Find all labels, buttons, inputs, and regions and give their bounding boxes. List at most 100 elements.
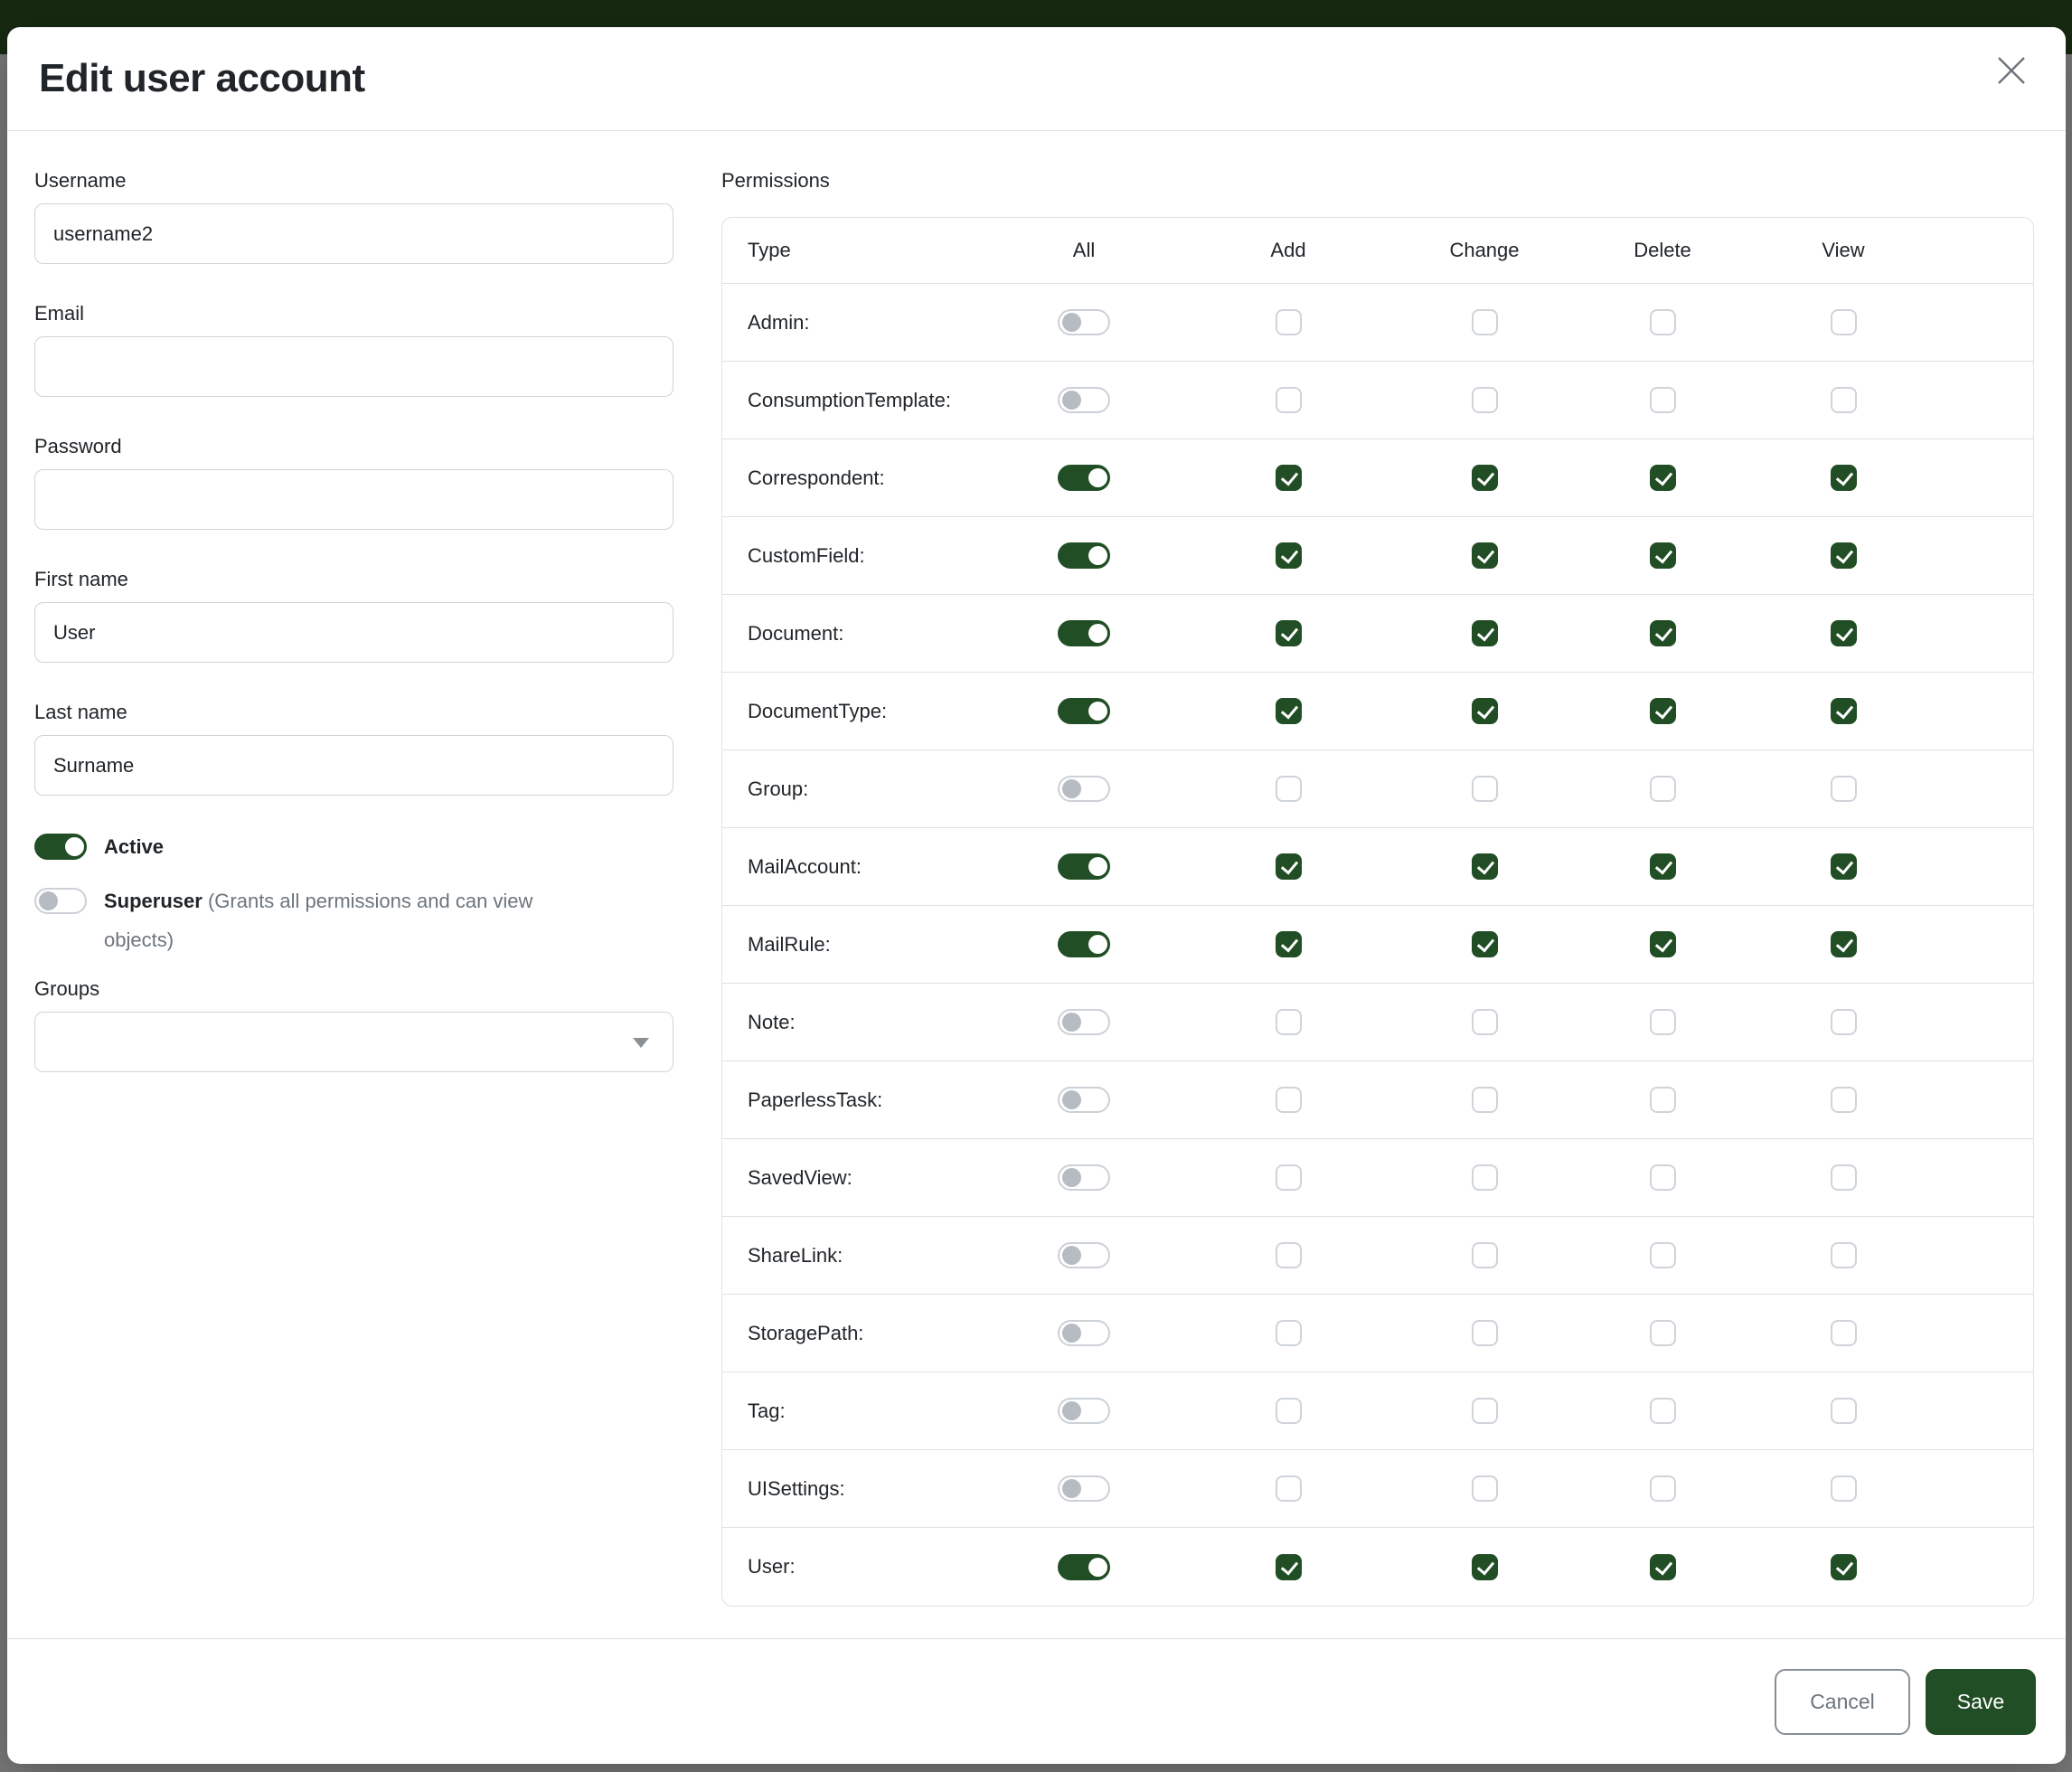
groups-select[interactable] bbox=[34, 1012, 673, 1072]
permission-view-checkbox[interactable] bbox=[1831, 1554, 1857, 1580]
permission-all-toggle[interactable] bbox=[1058, 542, 1110, 569]
password-field-group: Password bbox=[34, 435, 673, 530]
close-button[interactable] bbox=[1988, 47, 2035, 94]
permission-all-toggle[interactable] bbox=[1058, 1554, 1110, 1580]
permission-change-checkbox[interactable] bbox=[1472, 698, 1498, 724]
permission-change-checkbox[interactable] bbox=[1472, 1009, 1498, 1035]
permission-add-checkbox[interactable] bbox=[1276, 698, 1302, 724]
permission-add-checkbox[interactable] bbox=[1276, 853, 1302, 880]
permission-delete-checkbox[interactable] bbox=[1650, 1554, 1676, 1580]
permission-all-toggle[interactable] bbox=[1058, 1242, 1110, 1268]
permission-add-checkbox[interactable] bbox=[1276, 1087, 1302, 1113]
permission-add-checkbox[interactable] bbox=[1276, 465, 1302, 491]
permission-view-checkbox[interactable] bbox=[1831, 931, 1857, 957]
permissions-table: Type All Add Change Delete View Admin: C… bbox=[721, 217, 2034, 1607]
permission-all-toggle[interactable] bbox=[1058, 1320, 1110, 1346]
permission-view-checkbox[interactable] bbox=[1831, 1087, 1857, 1113]
permission-change-checkbox[interactable] bbox=[1472, 1320, 1498, 1346]
permission-change-checkbox[interactable] bbox=[1472, 1242, 1498, 1268]
permission-delete-checkbox[interactable] bbox=[1650, 931, 1676, 957]
permission-delete-checkbox[interactable] bbox=[1650, 1320, 1676, 1346]
active-toggle[interactable] bbox=[34, 834, 87, 860]
permission-all-toggle[interactable] bbox=[1058, 698, 1110, 724]
permission-add-checkbox[interactable] bbox=[1276, 776, 1302, 802]
permission-all-toggle[interactable] bbox=[1058, 620, 1110, 646]
permission-add-checkbox[interactable] bbox=[1276, 309, 1302, 335]
permission-change-checkbox[interactable] bbox=[1472, 465, 1498, 491]
permission-delete-checkbox[interactable] bbox=[1650, 465, 1676, 491]
permission-change-checkbox[interactable] bbox=[1472, 542, 1498, 569]
permission-delete-checkbox[interactable] bbox=[1650, 1475, 1676, 1502]
permission-view-checkbox[interactable] bbox=[1831, 1242, 1857, 1268]
permission-change-checkbox[interactable] bbox=[1472, 931, 1498, 957]
permission-change-checkbox[interactable] bbox=[1472, 1554, 1498, 1580]
permission-type-label: Note: bbox=[722, 1011, 982, 1034]
permission-delete-checkbox[interactable] bbox=[1650, 853, 1676, 880]
permission-delete-checkbox[interactable] bbox=[1650, 776, 1676, 802]
permission-add-checkbox[interactable] bbox=[1276, 1554, 1302, 1580]
permission-all-toggle[interactable] bbox=[1058, 853, 1110, 880]
permission-view-checkbox[interactable] bbox=[1831, 542, 1857, 569]
permission-all-toggle[interactable] bbox=[1058, 931, 1110, 957]
permission-delete-checkbox[interactable] bbox=[1650, 542, 1676, 569]
permission-view-checkbox[interactable] bbox=[1831, 698, 1857, 724]
permission-view-checkbox[interactable] bbox=[1831, 853, 1857, 880]
permission-change-checkbox[interactable] bbox=[1472, 776, 1498, 802]
permission-delete-checkbox[interactable] bbox=[1650, 309, 1676, 335]
permission-delete-checkbox[interactable] bbox=[1650, 1242, 1676, 1268]
permission-delete-checkbox[interactable] bbox=[1650, 1398, 1676, 1424]
permission-view-checkbox[interactable] bbox=[1831, 1475, 1857, 1502]
permission-delete-checkbox[interactable] bbox=[1650, 1009, 1676, 1035]
permission-view-checkbox[interactable] bbox=[1831, 620, 1857, 646]
permission-all-toggle[interactable] bbox=[1058, 309, 1110, 335]
permission-delete-checkbox[interactable] bbox=[1650, 1164, 1676, 1191]
permission-view-checkbox[interactable] bbox=[1831, 1009, 1857, 1035]
permission-view-checkbox[interactable] bbox=[1831, 387, 1857, 413]
permission-view-checkbox[interactable] bbox=[1831, 309, 1857, 335]
save-button[interactable]: Save bbox=[1926, 1669, 2036, 1735]
permission-view-checkbox[interactable] bbox=[1831, 1398, 1857, 1424]
permission-add-checkbox[interactable] bbox=[1276, 1242, 1302, 1268]
permission-change-checkbox[interactable] bbox=[1472, 1398, 1498, 1424]
permission-change-checkbox[interactable] bbox=[1472, 1164, 1498, 1191]
permission-view-checkbox[interactable] bbox=[1831, 1164, 1857, 1191]
permission-add-checkbox[interactable] bbox=[1276, 1398, 1302, 1424]
permission-add-checkbox[interactable] bbox=[1276, 1009, 1302, 1035]
permission-add-checkbox[interactable] bbox=[1276, 542, 1302, 569]
permission-change-checkbox[interactable] bbox=[1472, 620, 1498, 646]
permission-change-checkbox[interactable] bbox=[1472, 309, 1498, 335]
permission-delete-checkbox[interactable] bbox=[1650, 620, 1676, 646]
permission-all-toggle[interactable] bbox=[1058, 1398, 1110, 1424]
permission-add-checkbox[interactable] bbox=[1276, 1164, 1302, 1191]
permission-all-toggle[interactable] bbox=[1058, 1475, 1110, 1502]
permission-delete-checkbox[interactable] bbox=[1650, 1087, 1676, 1113]
permission-add-checkbox[interactable] bbox=[1276, 1320, 1302, 1346]
permission-change-checkbox[interactable] bbox=[1472, 1087, 1498, 1113]
permission-all-toggle[interactable] bbox=[1058, 1087, 1110, 1113]
permission-all-toggle[interactable] bbox=[1058, 776, 1110, 802]
permission-view-checkbox[interactable] bbox=[1831, 776, 1857, 802]
permission-add-checkbox[interactable] bbox=[1276, 1475, 1302, 1502]
superuser-toggle[interactable] bbox=[34, 888, 87, 914]
cancel-button[interactable]: Cancel bbox=[1775, 1669, 1910, 1735]
column-header-all: All bbox=[982, 239, 1186, 262]
permission-change-checkbox[interactable] bbox=[1472, 853, 1498, 880]
permission-all-toggle[interactable] bbox=[1058, 1164, 1110, 1191]
permission-add-checkbox[interactable] bbox=[1276, 931, 1302, 957]
permission-add-checkbox[interactable] bbox=[1276, 620, 1302, 646]
permission-all-toggle[interactable] bbox=[1058, 465, 1110, 491]
permission-delete-checkbox[interactable] bbox=[1650, 387, 1676, 413]
permission-view-checkbox[interactable] bbox=[1831, 1320, 1857, 1346]
last-name-field[interactable] bbox=[34, 735, 673, 796]
permission-change-checkbox[interactable] bbox=[1472, 1475, 1498, 1502]
permission-all-toggle[interactable] bbox=[1058, 1009, 1110, 1035]
permission-add-checkbox[interactable] bbox=[1276, 387, 1302, 413]
permission-all-toggle[interactable] bbox=[1058, 387, 1110, 413]
permission-change-checkbox[interactable] bbox=[1472, 387, 1498, 413]
permission-delete-checkbox[interactable] bbox=[1650, 698, 1676, 724]
first-name-field[interactable] bbox=[34, 602, 673, 663]
permission-view-checkbox[interactable] bbox=[1831, 465, 1857, 491]
email-field[interactable] bbox=[34, 336, 673, 397]
password-field[interactable] bbox=[34, 469, 673, 530]
username-input[interactable] bbox=[34, 203, 673, 264]
